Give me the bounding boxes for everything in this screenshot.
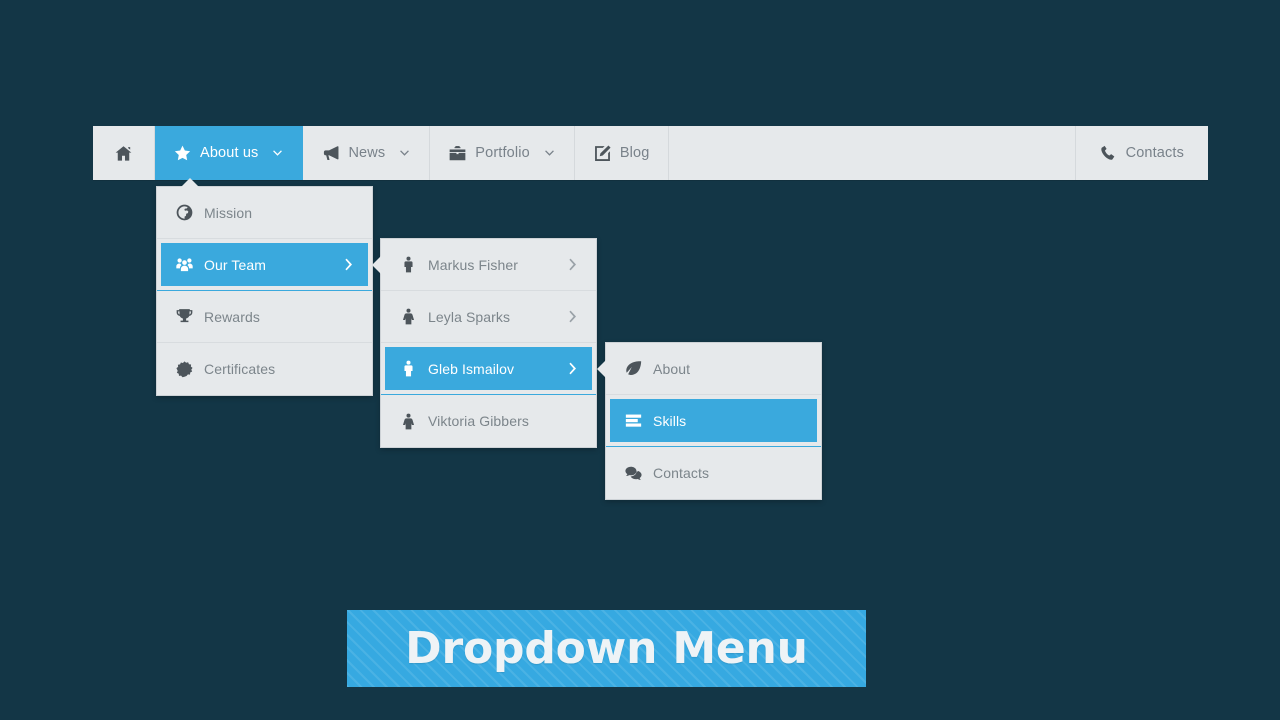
- female-icon: [400, 308, 417, 325]
- nav-item-blog[interactable]: Blog: [574, 126, 670, 180]
- leaf-icon: [625, 360, 642, 377]
- bars-list-icon: [625, 412, 642, 429]
- female-icon: [400, 413, 417, 430]
- main-navigation-bar: About us News Portfolio Blog Contacts: [93, 126, 1208, 180]
- chevron-down-icon: [272, 148, 283, 159]
- menu-item-leyla-sparks[interactable]: Leyla Sparks: [381, 291, 596, 343]
- menu-item-label: Our Team: [204, 256, 267, 273]
- menu-item-contacts[interactable]: Contacts: [606, 447, 821, 499]
- menu-item-label: Certificates: [204, 361, 276, 377]
- nav-item-home[interactable]: [93, 126, 155, 180]
- chevron-right-icon: [569, 258, 578, 271]
- nav-item-label: News: [348, 145, 386, 161]
- dropdown-arrow-left-icon: [597, 360, 606, 378]
- menu-item-viktoria-gibbers[interactable]: Viktoria Gibbers: [381, 395, 596, 447]
- menu-item-our-team[interactable]: Our Team: [157, 239, 372, 291]
- megaphone-icon: [322, 145, 339, 162]
- chevron-down-icon: [399, 148, 410, 159]
- menu-item-label: Rewards: [204, 308, 260, 325]
- page-title-banner: Dropdown Menu: [347, 610, 866, 687]
- users-group-icon: [176, 256, 193, 273]
- nav-spacer: [669, 126, 1076, 180]
- dropdown-panel-gleb-ismailov: About Skills Contacts: [597, 342, 822, 500]
- dropdown-panel-about-us: Mission Our Team Rewards Certificates: [156, 178, 373, 396]
- menu-item-label: Mission: [204, 204, 253, 221]
- menu-item-label: Contacts: [653, 465, 710, 481]
- menu-item-label: About: [653, 360, 691, 377]
- menu-item-label: Viktoria Gibbers: [428, 413, 529, 429]
- dropdown-arrow-left-icon: [372, 256, 381, 274]
- male-icon: [400, 256, 417, 273]
- menu-item-label: Markus Fisher: [428, 256, 518, 273]
- phone-icon: [1100, 145, 1117, 162]
- nav-item-contacts[interactable]: Contacts: [1075, 126, 1208, 180]
- male-icon: [400, 360, 417, 377]
- nav-item-label: About us: [200, 145, 259, 161]
- nav-item-label: Blog: [619, 145, 650, 161]
- globe-icon: [176, 204, 193, 221]
- chevron-right-icon: [345, 258, 354, 271]
- chevron-right-icon: [569, 310, 578, 323]
- nav-item-news[interactable]: News: [303, 126, 431, 180]
- nav-item-about-us[interactable]: About us: [155, 126, 304, 180]
- page-title: Dropdown Menu: [405, 623, 808, 674]
- menu-item-rewards[interactable]: Rewards: [157, 291, 372, 343]
- home-icon: [115, 145, 132, 162]
- menu-item-certificates[interactable]: Certificates: [157, 343, 372, 395]
- dropdown-panel-our-team: Markus Fisher Leyla Sparks Gleb Ismailov…: [372, 238, 597, 448]
- menu-item-label: Leyla Sparks: [428, 308, 511, 325]
- star-icon: [174, 145, 191, 162]
- chevron-down-icon: [544, 148, 555, 159]
- menu-item-label: Skills: [653, 412, 687, 429]
- menu-item-gleb-ismailov[interactable]: Gleb Ismailov: [381, 343, 596, 395]
- edit-square-icon: [594, 145, 611, 162]
- menu-item-skills[interactable]: Skills: [606, 395, 821, 447]
- dropdown-arrow-up-icon: [181, 178, 199, 187]
- menu-item-markus-fisher[interactable]: Markus Fisher: [381, 239, 596, 291]
- trophy-icon: [176, 308, 193, 325]
- nav-item-label: Contacts: [1125, 145, 1184, 161]
- chevron-right-icon: [569, 362, 578, 375]
- menu-item-mission[interactable]: Mission: [157, 187, 372, 239]
- nav-item-portfolio[interactable]: Portfolio: [430, 126, 575, 180]
- nav-item-label: Portfolio: [475, 145, 530, 161]
- menu-item-about[interactable]: About: [606, 343, 821, 395]
- briefcase-icon: [449, 145, 466, 162]
- comments-icon: [625, 465, 642, 482]
- menu-item-label: Gleb Ismailov: [428, 360, 515, 377]
- certificate-badge-icon: [176, 360, 193, 378]
